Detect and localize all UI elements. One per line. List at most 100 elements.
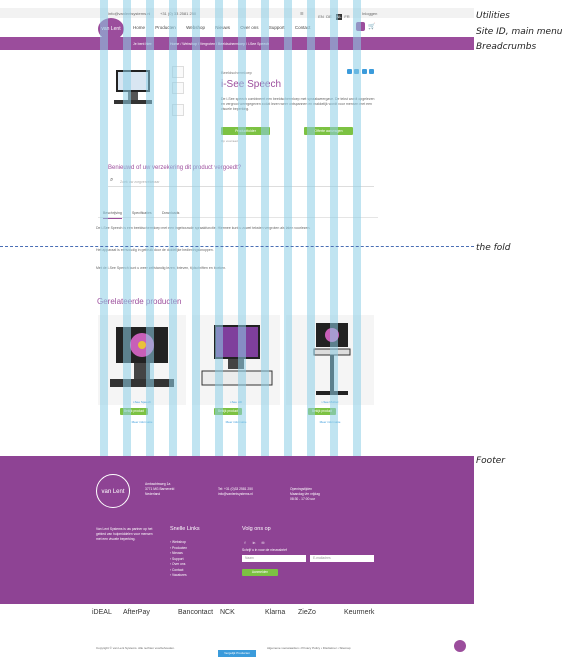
tab-paragraph: Het apparaat is eenvoudig in gebruik doo… — [96, 248, 214, 252]
tab-paragraph: Met de i-See Speech kunt u weer zelfstan… — [96, 266, 227, 270]
twitter-icon[interactable] — [354, 69, 359, 74]
tab-specificaties[interactable]: Specificaties — [132, 211, 152, 215]
related-title: Gerelateerde producten — [97, 297, 182, 306]
crumb-vergroten[interactable]: Vergroten — [200, 42, 215, 46]
tab-beschrijving[interactable]: Beschrijving — [103, 211, 122, 219]
footer-link[interactable]: › Vacatures — [170, 573, 187, 579]
product-description: De i-See speech combineert een beeldsche… — [221, 97, 375, 111]
newsletter-name-input[interactable]: Naam — [242, 555, 306, 562]
product-thumb-2[interactable] — [172, 82, 184, 94]
view-product-button[interactable]: Bekijk product — [120, 408, 148, 415]
product-tabs: Beschrijving Specificaties Downloads — [98, 209, 378, 219]
more-info-link[interactable]: Meer informatie — [98, 420, 186, 424]
subscribe-button[interactable]: Aanmelden — [242, 569, 278, 576]
nav-producten[interactable]: Producten — [155, 25, 176, 30]
related-card-image-bg[interactable] — [286, 315, 374, 405]
mail-icon[interactable]: ✉ — [260, 540, 266, 546]
insurance-search[interactable]: ⌕ Zoek uw zorgverzekeraar — [108, 176, 374, 187]
search-button[interactable] — [356, 22, 365, 31]
nav-support[interactable]: Support — [269, 25, 285, 30]
related-card-name[interactable]: i-See HD — [192, 400, 280, 404]
hours-line: 08:30 - 17:00 uur — [290, 497, 316, 501]
product-image — [201, 325, 273, 386]
phone-link[interactable]: +31 (0) 33 2581 250 — [160, 11, 196, 16]
related-card: i-See HD Bekijk product Meer informatie — [192, 315, 280, 435]
footer-links: › Webshop › Producten › Nieuws › Support… — [170, 540, 187, 579]
product-thumb-3[interactable] — [172, 104, 184, 116]
linkedin-icon[interactable] — [362, 69, 367, 74]
compare-products-button[interactable]: Vergelijk Producten — [218, 650, 256, 657]
follow-title: Volg ons op — [242, 526, 271, 532]
search-icon: ⌕ — [110, 177, 114, 183]
related-card-name[interactable]: i-See Mobiel — [286, 400, 374, 404]
mail-icon[interactable] — [369, 69, 374, 74]
stock-status: Op voorraad — [221, 139, 238, 143]
facebook-icon[interactable]: f — [242, 540, 248, 546]
view-product-button[interactable]: Bekijk product — [214, 408, 242, 415]
nav-over-ons[interactable]: Over ons — [240, 25, 258, 30]
crumb-beeldschermloep[interactable]: Beeldschermloep — [218, 42, 245, 46]
related-card: i-See Mobiel Bekijk product Meer informa… — [286, 315, 374, 435]
account-link[interactable]: Inloggen — [362, 11, 377, 16]
breadcrumb: Je bent hier: Home / Webshop / Vergroten… — [0, 37, 474, 50]
more-info-link[interactable]: Meer informatie — [286, 420, 374, 424]
annotation-breadcrumbs: Breadcrumbs — [476, 42, 537, 52]
crumb-home[interactable]: Home — [170, 42, 179, 46]
productfolder-button[interactable]: Productfolder — [221, 127, 270, 135]
nav-home[interactable]: Home — [133, 25, 145, 30]
nav-webshop[interactable]: Webshop — [186, 25, 205, 30]
breadcrumb-items: Home / Webshop / Vergroten / Beeldscherm… — [170, 42, 270, 46]
nav-nieuws[interactable]: Nieuws — [215, 25, 230, 30]
tab-downloads[interactable]: Downloads — [162, 211, 179, 215]
product-title: i-See Speech — [221, 79, 282, 90]
product-image — [110, 327, 174, 387]
related-card-image-bg[interactable] — [98, 315, 186, 405]
linkedin-icon[interactable]: in — [251, 540, 257, 546]
quote-button[interactable]: Offerte aanvragen — [304, 127, 353, 135]
product-image — [313, 323, 351, 395]
facebook-icon[interactable] — [347, 69, 352, 74]
email-link[interactable]: info@vanlentsystems.nl — [108, 11, 150, 16]
tab-paragraph: De i-See Speech is een beeldschermloep m… — [96, 226, 311, 230]
crumb-webshop[interactable]: Webshop — [182, 42, 197, 46]
newsletter-email-input[interactable]: E-mailadres — [310, 555, 374, 562]
annotation-site-id: Site ID, main menu — [476, 27, 563, 37]
payment-ideal-logo: iDEAL — [92, 609, 112, 616]
crumb-current: i-See Speech — [248, 42, 270, 46]
legal-links[interactable]: Algemene voorwaarden • Privacy Policy • … — [267, 646, 351, 650]
footer-contact: Tel: +31 (0)33 2581 250 info@vanlentsyst… — [218, 487, 253, 497]
payment-klarna-logo: Klarna — [265, 609, 286, 616]
payment-nck-logo: NCK — [220, 609, 235, 616]
annotation-fold: the fold — [476, 243, 511, 253]
payment-bancontact-logo: Bancontact — [178, 609, 214, 616]
utility-bar: info@vanlentsystems.nl +31 (0) 33 2581 2… — [0, 8, 474, 20]
fold-line — [0, 246, 474, 247]
footer: van Lent Ambachtsweg 1a 3771 MG Barnevel… — [0, 456, 474, 604]
related-card-name[interactable]: i-See Speech — [98, 400, 186, 404]
quick-links-title: Snelle Links — [170, 526, 200, 532]
product-thumb-1[interactable] — [172, 66, 184, 78]
address-line: Nederland — [145, 492, 161, 496]
view-product-button[interactable]: Bekijk product — [308, 408, 336, 415]
more-info-link[interactable]: Meer informatie — [192, 420, 280, 424]
related-card-image-bg[interactable] — [192, 315, 280, 405]
footer-about: Van Lent Systems is uw partner op het ge… — [96, 527, 153, 541]
page-frame: info@vanlentsystems.nl +31 (0) 33 2581 2… — [0, 0, 474, 658]
annotation-footer: Footer — [476, 456, 505, 466]
nav-contact[interactable]: Contact — [295, 25, 311, 30]
insurance-title: Benieuwd of uw verzekering dit product v… — [108, 165, 242, 171]
email-link[interactable]: info@vanlentsystems.nl — [218, 492, 253, 497]
chat-icon[interactable] — [454, 640, 466, 652]
footer-logo[interactable]: van Lent — [96, 474, 130, 508]
insurance-search-input[interactable]: Zoek uw zorgverzekeraar — [120, 180, 160, 184]
ziezo-logo: ZieZo — [298, 609, 316, 616]
product-image[interactable] — [110, 66, 156, 112]
footer-address: Ambachtsweg 1a 3771 MG Barneveld Nederla… — [145, 482, 174, 497]
payment-afterpay-logo: AfterPay — [123, 609, 150, 616]
copyright: Copyright © van Lent Systems. Alle recht… — [96, 646, 175, 650]
menu-icon[interactable]: ☰ — [300, 11, 304, 16]
product-category: Beeldschermloep — [221, 70, 252, 75]
cart-icon[interactable]: 🛒 — [368, 23, 375, 30]
related-card: i-See Speech Bekijk product Meer informa… — [98, 315, 186, 435]
newsletter-label: Schrijf u in voor de nieuwsbrief — [242, 548, 287, 552]
